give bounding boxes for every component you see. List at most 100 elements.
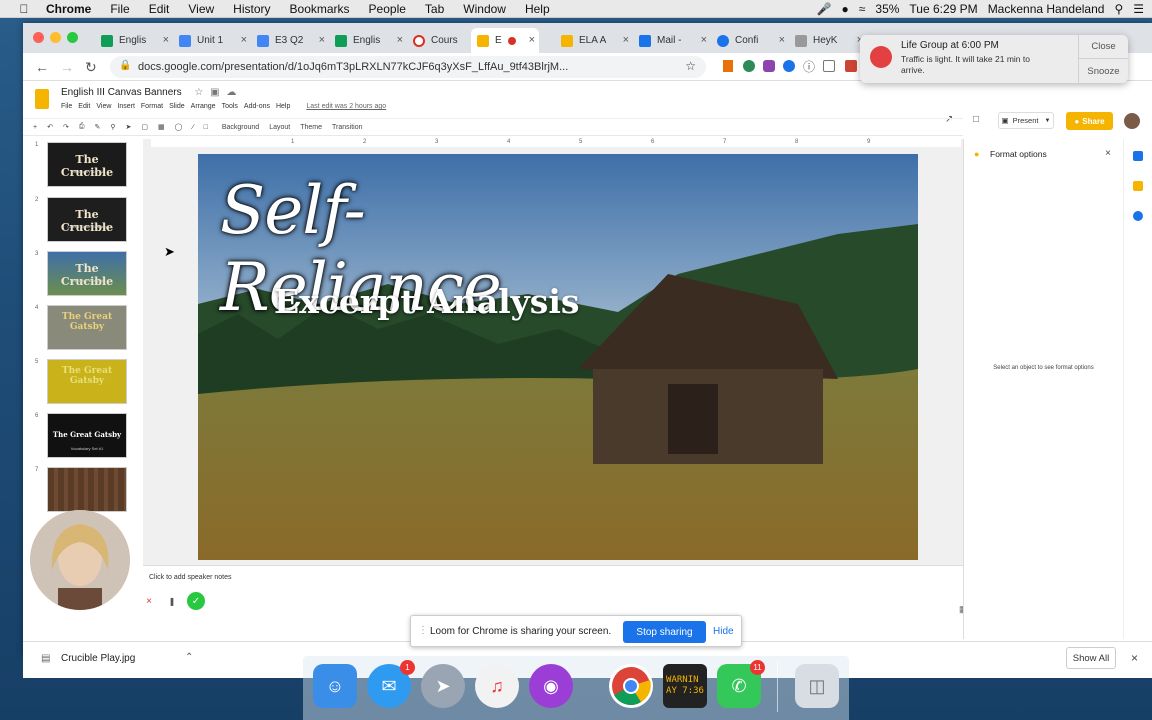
app-menu-chrome[interactable]: Chrome (46, 2, 91, 16)
browser-tab[interactable]: Englis × (95, 28, 173, 53)
bookmark-star-icon[interactable]: ☆ (685, 59, 696, 73)
extension-icon[interactable] (743, 60, 755, 72)
show-all-button[interactable]: Show All (1066, 647, 1116, 669)
close-tab-icon[interactable]: × (529, 34, 535, 46)
facetime-icon[interactable]: ✆ 11 (717, 660, 765, 708)
spotlight-icon[interactable]: ⚲ (1114, 2, 1123, 16)
slide-thumbnail[interactable]: The Crucible Character Analysis (47, 251, 127, 296)
image-icon[interactable]: ▦ (158, 123, 165, 131)
slide-thumbnail[interactable]: The Crucible Critical Close Reading (47, 197, 127, 242)
extension-icon[interactable] (845, 60, 857, 72)
print-icon[interactable]: ⎙ (79, 123, 85, 131)
background-button[interactable]: Background (222, 124, 259, 131)
loom-webcam-bubble[interactable] (30, 510, 130, 610)
omnibox[interactable]: 🔒 docs.google.com/presentation/d/1oJq6mT… (110, 56, 706, 78)
menu-history[interactable]: History (233, 2, 270, 16)
record-icon[interactable]: ● (842, 2, 849, 16)
close-tab-icon[interactable]: × (241, 34, 247, 46)
close-window-button[interactable] (33, 32, 44, 43)
back-icon[interactable]: ← (35, 59, 49, 75)
undo-icon[interactable]: ↶ (47, 123, 53, 131)
calendar-icon[interactable] (1133, 151, 1143, 161)
loom-pause-icon[interactable]: ❚ (165, 594, 179, 608)
close-shelf-icon[interactable]: × (1131, 651, 1138, 665)
menu-edit[interactable]: Edit (149, 2, 170, 16)
extension-icon[interactable] (783, 60, 795, 72)
slides-menu-format[interactable]: Format (141, 103, 163, 110)
keep-icon[interactable] (1133, 181, 1143, 191)
chevron-down-icon[interactable]: ▼ (1045, 118, 1051, 124)
transition-button[interactable]: Transition (332, 124, 362, 131)
trash-icon[interactable]: ◫ (795, 664, 839, 708)
menubar-user[interactable]: Mackenna Handeland (988, 2, 1105, 16)
microphone-icon[interactable]: 🎤 (817, 2, 832, 16)
browser-tab[interactable]: Confi × (711, 28, 789, 53)
select-cursor-icon[interactable]: ➤ (125, 123, 131, 131)
present-button[interactable]: ▣ Present ▼ (998, 112, 1054, 129)
stop-sharing-button[interactable]: Stop sharing (623, 621, 706, 643)
close-tab-icon[interactable]: × (397, 34, 403, 46)
close-tab-icon[interactable]: × (163, 34, 169, 46)
music-icon[interactable]: ♫ (475, 664, 519, 708)
notification-snooze-button[interactable]: Snooze (1078, 59, 1128, 83)
slide-thumbnail[interactable]: The Crucible Vocabulary Set #1 (47, 142, 127, 187)
slides-menu-arrange[interactable]: Arrange (191, 103, 216, 110)
paint-format-icon[interactable]: ✎ (94, 123, 100, 131)
close-panel-icon[interactable]: × (1105, 148, 1111, 159)
layout-button[interactable]: Layout (269, 124, 290, 131)
forward-icon[interactable]: → (60, 59, 74, 75)
star-icon[interactable]: ☆ (194, 87, 203, 98)
slides-menu-edit[interactable]: Edit (78, 103, 90, 110)
chevron-up-icon[interactable]: ⌃ (185, 652, 193, 663)
share-button[interactable]: ● Share (1066, 112, 1113, 130)
shape-icon[interactable]: ◯ (175, 123, 183, 131)
text-box-icon[interactable]: ▢ (141, 123, 148, 131)
line-icon[interactable]: ∕ (192, 124, 193, 131)
menu-people[interactable]: People (369, 2, 406, 16)
slide-subtitle[interactable]: Excerpt Analysis (274, 282, 580, 321)
speaker-notes[interactable]: Click to add speaker notes ▦ (143, 565, 968, 617)
finder-icon[interactable]: ☺ (313, 664, 357, 708)
browser-tab-active[interactable]: E × (471, 28, 539, 53)
move-folder-icon[interactable]: ▣ (210, 87, 219, 98)
notification-center-icon[interactable]: ☰ (1133, 2, 1144, 16)
slides-menu-file[interactable]: File (61, 103, 72, 110)
extension-icon[interactable] (763, 60, 775, 72)
slides-menu-addons[interactable]: Add-ons (244, 103, 270, 110)
theme-button[interactable]: Theme (300, 124, 322, 131)
cloud-saved-icon[interactable]: ☁ (226, 87, 236, 98)
slides-logo-icon[interactable] (35, 89, 49, 109)
browser-tab[interactable]: ELA A × (555, 28, 633, 53)
notification-close-button[interactable]: Close (1078, 35, 1128, 59)
browser-tab[interactable]: Englis × (329, 28, 407, 53)
menu-view[interactable]: View (188, 2, 214, 16)
menu-bookmarks[interactable]: Bookmarks (290, 2, 350, 16)
downloaded-file[interactable]: Crucible Play.jpg (61, 653, 135, 664)
zoom-window-button[interactable] (67, 32, 78, 43)
podcasts-icon[interactable]: ◉ (529, 664, 573, 708)
wifi-icon[interactable]: ≈ (859, 2, 866, 16)
loom-finish-icon[interactable]: ✓ (187, 592, 205, 610)
last-edit-link[interactable]: Last edit was 2 hours ago (306, 103, 386, 110)
minimize-window-button[interactable] (50, 32, 61, 43)
browser-tab[interactable]: E3 Q2 × (251, 28, 329, 53)
loom-cancel-icon[interactable]: × (142, 594, 156, 608)
slide-thumbnail[interactable]: The Great Gatsby (47, 359, 127, 404)
battery-percent[interactable]: 35% (875, 2, 899, 16)
hide-button[interactable]: Hide (713, 626, 734, 637)
slide-thumbnail[interactable] (47, 467, 127, 512)
slide-thumbnail[interactable]: The Great Gatsby (47, 305, 127, 350)
messages-icon[interactable]: ✉ 1 (367, 660, 415, 708)
redo-icon[interactable]: ↷ (63, 123, 69, 131)
close-tab-icon[interactable]: × (701, 34, 707, 46)
browser-tab[interactable]: Mail - × (633, 28, 711, 53)
extension-icon[interactable] (823, 60, 835, 72)
close-tab-icon[interactable]: × (779, 34, 785, 46)
close-tab-icon[interactable]: × (319, 34, 325, 46)
tasks-icon[interactable] (1133, 211, 1143, 221)
zoom-icon[interactable]: ⚲ (110, 123, 115, 131)
current-slide[interactable]: Self-Reliance Excerpt Analysis (198, 154, 918, 560)
reload-icon[interactable]: ↻ (85, 59, 97, 76)
close-tab-icon[interactable]: × (623, 34, 629, 46)
slides-menu-insert[interactable]: Insert (117, 103, 135, 110)
